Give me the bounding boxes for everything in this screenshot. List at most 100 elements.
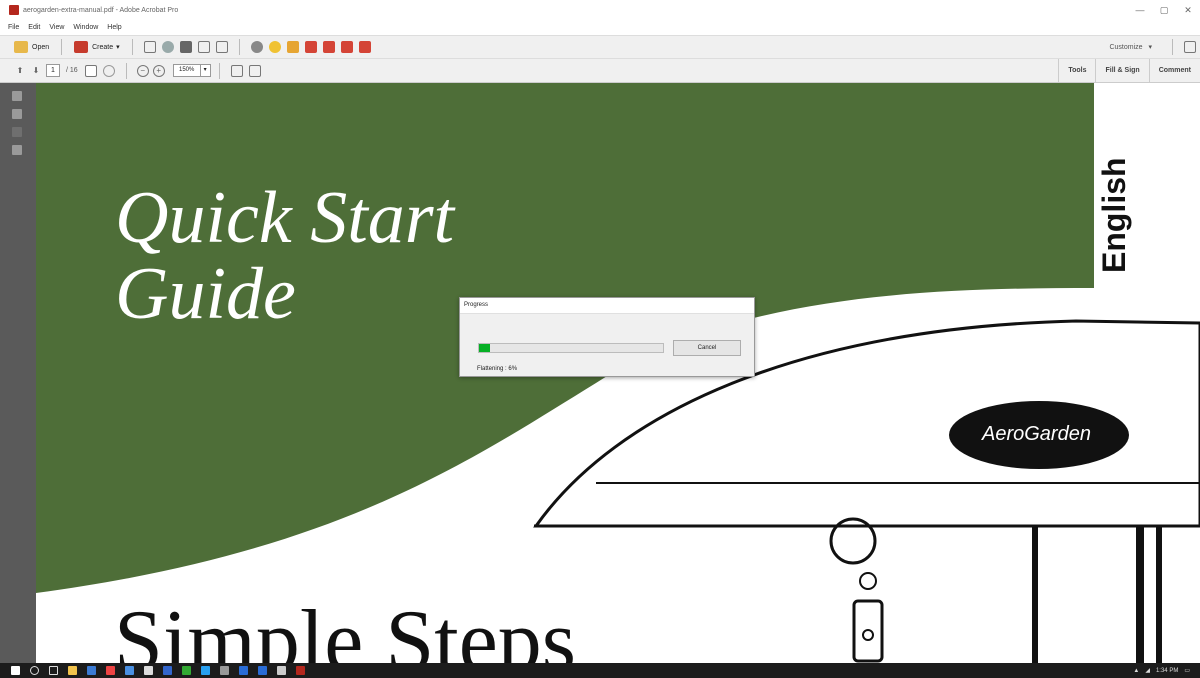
signature-icon[interactable] <box>12 127 22 137</box>
right-pane-tabs: Tools Fill & Sign Comment <box>1058 58 1200 83</box>
attachments-icon[interactable] <box>12 145 22 155</box>
zoom-out-icon[interactable]: − <box>136 64 149 77</box>
cancel-button[interactable]: Cancel <box>673 340 741 356</box>
zoom-in-icon[interactable]: + <box>152 64 165 77</box>
garden-pole-right <box>1136 526 1144 663</box>
bookmarks-icon[interactable] <box>12 109 22 119</box>
minimize-button[interactable]: — <box>1128 5 1152 15</box>
app-icon[interactable] <box>106 666 115 675</box>
main-toolbar: Open Create ▾ Customize ▾ <box>0 35 1200 59</box>
next-page-icon[interactable]: ⬇ <box>30 65 42 77</box>
comment-icon[interactable] <box>268 41 281 53</box>
maximize-button[interactable]: ▢ <box>1152 5 1176 16</box>
create-icon <box>74 41 89 53</box>
select-icon[interactable] <box>84 64 97 77</box>
close-button[interactable]: ✕ <box>1176 5 1200 16</box>
cloud-icon[interactable] <box>161 41 174 53</box>
language-label: English <box>1096 157 1132 273</box>
toolbar-divider <box>125 62 127 79</box>
zoom-level-input[interactable]: 150% <box>172 64 201 77</box>
window-title: aerogarden-extra-manual.pdf - Adobe Acro… <box>23 6 179 14</box>
toolbar-divider <box>218 62 220 79</box>
combine-pdf-icon[interactable] <box>340 41 353 53</box>
sticky-note-icon[interactable] <box>286 41 299 53</box>
progress-bar <box>478 343 664 353</box>
zoom-dropdown[interactable]: ▾ <box>200 64 211 77</box>
app-icon[interactable] <box>220 666 229 675</box>
windows-taskbar: ▲ ◢ 1:34 PM ▭ <box>0 663 1200 678</box>
progress-bar-fill <box>479 344 491 352</box>
menu-help[interactable]: Help <box>107 24 121 31</box>
dialog-title: Progress <box>460 298 754 314</box>
app-icon[interactable] <box>201 666 210 675</box>
menu-bar: File Edit View Window Help <box>0 20 1200 35</box>
full-screen-icon[interactable] <box>248 64 261 77</box>
customize-label: Customize <box>1109 44 1143 51</box>
store-icon[interactable] <box>87 666 96 675</box>
gear-icon[interactable] <box>250 41 263 53</box>
page-number-input[interactable]: 1 <box>46 64 60 77</box>
garden-pole-right-2 <box>1156 526 1162 663</box>
menu-file[interactable]: File <box>8 24 19 31</box>
garden-pole <box>1032 526 1038 663</box>
tab-comment[interactable]: Comment <box>1148 58 1200 83</box>
chevron-down-icon: ▾ <box>116 44 120 51</box>
pdf-icon[interactable] <box>304 41 317 53</box>
toolbar-divider <box>1172 39 1173 55</box>
acrobat-icon <box>9 5 19 15</box>
chevron-down-icon: ▾ <box>1148 44 1152 51</box>
toolbar-divider <box>238 39 240 55</box>
create-button[interactable]: Create ▾ <box>70 38 124 56</box>
page-count: / 16 <box>66 67 78 74</box>
menu-window[interactable]: Window <box>73 24 98 31</box>
progress-dialog: Progress Cancel Flattening : 6% <box>459 297 755 377</box>
app-icon[interactable] <box>144 666 153 675</box>
progress-status: Flattening : 6% <box>477 366 518 372</box>
edit-icon[interactable] <box>197 41 210 53</box>
folder-icon <box>14 41 28 53</box>
toolbar-divider <box>61 39 63 55</box>
cover-subtitle: Simple Steps <box>114 593 577 663</box>
save-icon[interactable] <box>143 41 156 53</box>
hand-icon[interactable] <box>102 64 115 77</box>
fit-page-icon[interactable] <box>230 64 243 77</box>
title-bar: aerogarden-extra-manual.pdf - Adobe Acro… <box>0 0 1200 20</box>
page-thumbnails-icon[interactable] <box>12 91 22 101</box>
menu-view[interactable]: View <box>49 24 64 31</box>
search-icon[interactable] <box>30 666 39 675</box>
acrobat-icon[interactable] <box>296 666 305 675</box>
cover-title-line1: Quick Start <box>115 177 455 259</box>
tab-tools[interactable]: Tools <box>1058 58 1095 83</box>
expand-icon[interactable] <box>1184 41 1196 53</box>
customize-button[interactable]: Customize ▾ <box>1109 43 1152 51</box>
task-view-icon[interactable] <box>49 666 58 675</box>
open-label: Open <box>32 43 50 51</box>
left-navigation-panel <box>0 83 36 663</box>
app-icon[interactable] <box>258 666 267 675</box>
cover-title-line2: Guide <box>115 253 296 335</box>
clock[interactable]: 1:34 PM <box>1156 668 1178 674</box>
file-explorer-icon[interactable] <box>68 666 77 675</box>
export-pdf-icon[interactable] <box>322 41 335 53</box>
toolbar-divider <box>131 39 133 55</box>
app-icon[interactable] <box>163 666 172 675</box>
network-icon[interactable]: ▲ <box>1133 668 1139 674</box>
previous-page-icon[interactable]: ⬆ <box>14 65 26 77</box>
system-tray: ▲ ◢ 1:34 PM ▭ <box>1127 663 1190 678</box>
open-button[interactable]: Open <box>10 38 53 56</box>
volume-icon[interactable]: ◢ <box>1145 667 1150 674</box>
garden-hanger-clip <box>859 572 877 590</box>
app-icon[interactable] <box>182 666 191 675</box>
brand-logo-text: AeroGarden <box>982 423 1091 445</box>
app-icon[interactable] <box>125 666 134 675</box>
email-icon[interactable] <box>215 41 228 53</box>
protect-pdf-icon[interactable] <box>358 41 371 53</box>
windows-start-icon[interactable] <box>11 666 20 675</box>
tab-fill-sign[interactable]: Fill & Sign <box>1095 58 1148 83</box>
menu-edit[interactable]: Edit <box>28 24 40 31</box>
print-icon[interactable] <box>179 41 192 53</box>
app-icon[interactable] <box>277 666 286 675</box>
app-icon[interactable] <box>239 666 248 675</box>
create-label: Create <box>92 43 114 51</box>
notifications-icon[interactable]: ▭ <box>1184 667 1190 674</box>
